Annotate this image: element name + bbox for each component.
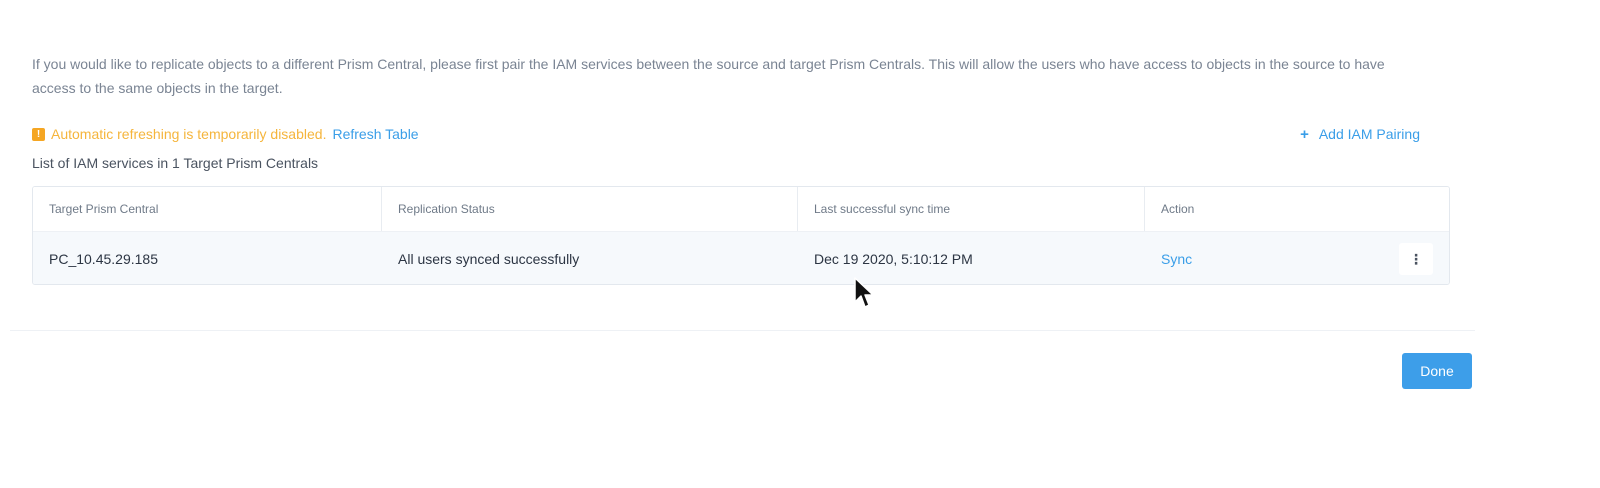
warning-icon: ! (32, 127, 45, 141)
table-header: Target Prism Central Replication Status … (33, 187, 1449, 231)
auto-refresh-warning: ! Automatic refreshing is temporarily di… (32, 124, 419, 144)
kebab-menu-icon: ⋮ (1409, 251, 1423, 267)
footer-divider (10, 330, 1475, 331)
add-iam-pairing-button[interactable]: + Add IAM Pairing (1300, 124, 1420, 144)
replication-status-cell: All users synced successfully (398, 251, 580, 267)
done-button[interactable]: Done (1402, 353, 1472, 389)
header-action: Action (1161, 202, 1195, 216)
more-actions-button[interactable]: ⋮ (1399, 243, 1433, 275)
mouse-cursor-icon (854, 277, 874, 308)
table-row: PC_10.45.29.185 All users synced success… (33, 231, 1449, 284)
header-replication-status: Replication Status (382, 187, 798, 231)
refresh-table-link[interactable]: Refresh Table (332, 126, 418, 142)
header-last-sync-time: Last successful sync time (798, 187, 1145, 231)
header-target-prism-central: Target Prism Central (33, 187, 382, 231)
plus-icon: + (1300, 125, 1309, 143)
warning-text: Automatic refreshing is temporarily disa… (51, 126, 327, 142)
pairing-description: If you would like to replicate objects t… (32, 56, 1385, 96)
sync-link[interactable]: Sync (1161, 251, 1192, 267)
target-prism-central-cell: PC_10.45.29.185 (49, 251, 158, 267)
add-iam-pairing-label: Add IAM Pairing (1318, 126, 1420, 142)
iam-services-table: Target Prism Central Replication Status … (32, 186, 1450, 285)
list-title: List of IAM services in 1 Target Prism C… (32, 155, 319, 171)
last-sync-time-cell: Dec 19 2020, 5:10:12 PM (814, 251, 973, 267)
